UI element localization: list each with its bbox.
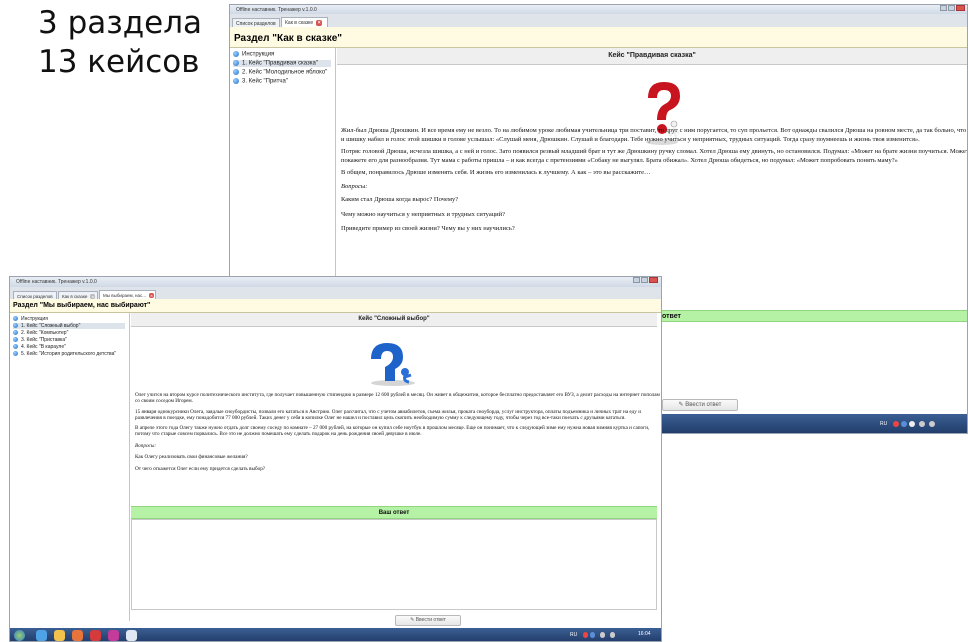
minimize-icon[interactable]	[633, 277, 640, 283]
info-bullet-icon	[13, 344, 18, 350]
slide-heading-sections: 3 раздела	[38, 5, 203, 41]
volume-icon[interactable]	[610, 632, 615, 638]
clock[interactable]: 16:04	[638, 631, 651, 637]
info-bullet-icon	[13, 323, 18, 329]
window-titlebar[interactable]: Offline наставник. Тренажер v.1.0.0	[10, 277, 661, 287]
sidebar-item-case-1[interactable]: 1. Кейс "Правдивая сказка"	[233, 60, 331, 67]
case-paragraph: Олег учится на втором курсе политехничес…	[135, 392, 660, 405]
section-title: Раздел "Как в сказке"	[230, 27, 967, 48]
sidebar-item-case-4[interactable]: 4. Кейс "В караулe"	[13, 344, 66, 350]
sidebar-item-case-2[interactable]: 2. Кейс "Компьютер"	[13, 330, 68, 336]
enter-answer-button[interactable]: ✎ Ввести ответ	[662, 399, 738, 411]
question-item: От чего откажется Олег если ему придется…	[135, 466, 266, 473]
question-item: Каким стал Дрюша когда вырос? Почему?	[341, 196, 459, 203]
tray-icon[interactable]	[590, 632, 595, 638]
questions-label: Вопросы:	[135, 442, 157, 449]
tray-language: RU	[880, 421, 888, 427]
pencil-icon: ✎	[678, 402, 684, 408]
start-button-icon[interactable]	[14, 630, 25, 641]
answer-header: Ваш ответ	[131, 506, 657, 519]
info-bullet-icon	[13, 337, 18, 343]
question-item: Приведите пример из своей жизни? Чему вы…	[341, 225, 515, 232]
app-icon[interactable]	[90, 630, 101, 641]
info-bullet-icon	[13, 330, 18, 336]
case-sidebar: Инструкция 1. Кейс "Сложный выбор" 2. Ке…	[10, 313, 130, 621]
window-title: Offline наставник. Тренажер v.1.0.0	[16, 279, 97, 285]
tray-icon[interactable]	[901, 421, 907, 427]
sidebar-item-case-2[interactable]: 2. Кейс "Молодильное яблоко"	[233, 69, 327, 76]
tray-language: RU	[570, 632, 578, 638]
sidebar-item-instruction[interactable]: Инструкция	[13, 316, 48, 322]
info-bullet-icon	[233, 69, 239, 75]
sidebar-item-case-3[interactable]: 3. Кейс "Притча"	[233, 78, 288, 85]
maximize-icon[interactable]	[641, 277, 648, 283]
tray-icon[interactable]	[583, 632, 588, 638]
sidebar-item-case-3[interactable]: 3. Кейс "Приставка"	[13, 337, 67, 343]
case-paragraph: В общем, понравилось Дрюше изменять себя…	[341, 169, 651, 176]
questions-label: Вопросы:	[341, 182, 368, 190]
app-window-front: Offline наставник. Тренажер v.1.0.0 Спис…	[9, 276, 662, 642]
sidebar-item-instruction[interactable]: Инструкция	[233, 51, 274, 58]
browser-icon[interactable]	[36, 630, 47, 641]
sidebar-item-case-1[interactable]: 1. Кейс "Сложный выбор"	[13, 323, 125, 329]
close-icon[interactable]	[649, 277, 658, 283]
media-player-icon[interactable]	[72, 630, 83, 641]
sidebar-item-case-5[interactable]: 5. Кейс "История родительского детства"	[13, 351, 116, 357]
folder-icon[interactable]	[54, 630, 65, 641]
close-icon[interactable]	[956, 5, 965, 11]
info-bullet-icon	[13, 316, 18, 322]
case-paragraph: Потряс головой Дрюша, исчезла шишка, а с…	[341, 148, 968, 164]
answer-textarea[interactable]	[131, 519, 657, 610]
case-title-bar: Кейс "Правдивая сказка"	[337, 48, 967, 65]
volume-icon[interactable]	[929, 421, 935, 427]
case-body-text: Олег учится на втором курсе политехничес…	[135, 392, 660, 473]
app-icon[interactable]	[108, 630, 119, 641]
thinking-figure-illustration	[371, 343, 415, 386]
window-titlebar[interactable]: Offline наставник. Тренажер v.1.0.0	[230, 5, 967, 14]
info-bullet-icon	[13, 351, 18, 357]
info-bullet-icon	[233, 51, 239, 57]
info-bullet-icon	[233, 60, 239, 66]
tray-icon[interactable]	[893, 421, 899, 427]
tab-close-icon[interactable]: ×	[149, 293, 155, 298]
info-bullet-icon	[233, 78, 239, 84]
tray-icon[interactable]	[909, 421, 915, 427]
tab-bar: Список разделов Как в сказке ×	[230, 14, 967, 28]
slide-heading-cases: 13 кейсов	[38, 44, 200, 80]
maximize-icon[interactable]	[948, 5, 955, 11]
question-item: Как Олегу реализовать свои финансовые же…	[135, 454, 248, 461]
enter-answer-button[interactable]: ✎ Ввести ответ	[395, 615, 461, 626]
pencil-icon: ✎	[410, 617, 415, 623]
window-title: Offline наставник. Тренажер v.1.0.0	[236, 7, 317, 13]
taskbar-front: RU 16:04	[10, 628, 661, 641]
active-app-icon[interactable]	[126, 630, 137, 641]
case-paragraph: 15 января однокурсники Олега, заядлые сн…	[135, 408, 641, 421]
case-body-text: Жил-был Дрюша Дрюшкин. И все время ему н…	[341, 127, 968, 234]
network-icon[interactable]	[919, 421, 925, 427]
case-title-bar: Кейс "Сложный выбор"	[131, 313, 657, 327]
minimize-icon[interactable]	[940, 5, 947, 11]
question-item: Чему можно научиться у неприятных и труд…	[341, 210, 506, 218]
case-paragraph: Жил-был Дрюша Дрюшкин. И все время ему н…	[341, 127, 967, 143]
case-paragraph: В апреле этого года Олегу также нужно от…	[135, 425, 650, 438]
network-icon[interactable]	[600, 632, 605, 638]
tab-close-icon[interactable]: ×	[316, 20, 323, 26]
section-title: Раздел "Мы выбираем, нас выбирают"	[10, 299, 661, 313]
